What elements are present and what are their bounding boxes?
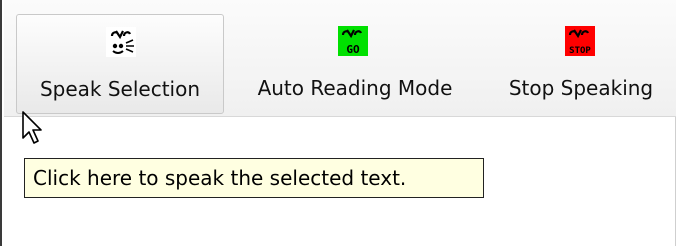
window-frame: Speak Selection GO Auto Reading Mode STO… xyxy=(0,0,676,246)
stop-speaking-icon-text: STOP xyxy=(569,46,591,56)
auto-reading-mode-icon-text: GO xyxy=(346,43,360,56)
stop-speaking-button[interactable]: STOP Stop Speaking xyxy=(486,14,676,114)
auto-reading-mode-button[interactable]: GO Auto Reading Mode xyxy=(228,14,482,114)
stop-speaking-label: Stop Speaking xyxy=(508,76,654,100)
tooltip-text: Click here to speak the selected text. xyxy=(33,166,407,190)
app-window: { "toolbar": { "buttons": [ { "label": "… xyxy=(0,0,676,246)
speak-selection-label: Speak Selection xyxy=(39,77,201,101)
toolbar: Speak Selection GO Auto Reading Mode STO… xyxy=(4,0,676,117)
tooltip: Click here to speak the selected text. xyxy=(24,158,484,198)
speak-selection-button[interactable]: Speak Selection xyxy=(16,14,224,114)
speak-selection-icon xyxy=(106,27,136,57)
auto-reading-mode-label: Auto Reading Mode xyxy=(257,76,453,100)
auto-reading-mode-icon: GO xyxy=(338,26,368,56)
stop-speaking-icon: STOP xyxy=(565,26,595,56)
arrow-cursor-icon xyxy=(22,111,42,144)
